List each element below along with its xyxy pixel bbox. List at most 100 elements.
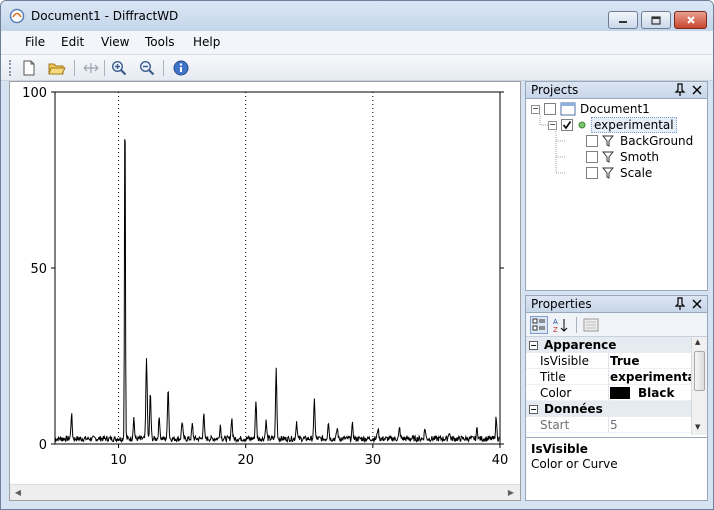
tree-item-background[interactable]: BackGround	[586, 133, 693, 149]
close-panel-icon[interactable]	[691, 297, 703, 311]
open-folder-icon	[48, 63, 66, 75]
tree-item-document[interactable]: − Document1	[531, 101, 650, 117]
toolbar-separator	[74, 60, 75, 76]
column-divider	[608, 369, 609, 385]
menu-view[interactable]: View	[101, 35, 129, 49]
property-value[interactable]: Black	[638, 386, 674, 400]
sort-alpha-icon: AZ	[553, 318, 568, 333]
scroll-thumb[interactable]	[694, 351, 705, 391]
tree-checkbox[interactable]	[586, 135, 598, 147]
new-document-button[interactable]	[19, 58, 39, 78]
y-tick-label: 50	[30, 262, 47, 277]
property-name: Title	[540, 370, 566, 384]
toolbar-separator	[576, 317, 577, 333]
toolbar-separator	[163, 60, 164, 76]
property-description: IsVisible Color or Curve	[526, 437, 707, 495]
document-window-icon	[560, 102, 576, 116]
property-row-isvisible[interactable]: IsVisible True	[526, 353, 691, 369]
projects-panel-title: Projects	[531, 83, 579, 97]
properties-panel-header[interactable]: Properties	[526, 296, 707, 313]
property-grid-scrollbar[interactable]: ▲ ▼	[691, 337, 707, 435]
plot-frame	[54, 91, 501, 445]
tree-checkbox-checked[interactable]	[561, 119, 573, 131]
tree-item-smoth[interactable]: Smoth	[586, 149, 659, 165]
scroll-down-icon[interactable]: ▼	[695, 423, 700, 431]
property-pages-button[interactable]	[582, 316, 600, 334]
zoom-out-icon	[139, 60, 155, 76]
collapse-icon[interactable]: −	[529, 404, 538, 414]
tree-checkbox[interactable]	[586, 151, 598, 163]
property-name: IsVisible	[540, 354, 589, 368]
diffraction-chart[interactable]: 0 50 100 10 20 30 40	[10, 82, 520, 484]
svg-text:A: A	[553, 318, 558, 326]
open-folder-button[interactable]	[47, 58, 67, 78]
main-toolbar	[1, 55, 713, 81]
property-value[interactable]: 5	[610, 418, 618, 432]
color-swatch[interactable]	[610, 387, 630, 399]
property-name: Start	[540, 418, 570, 432]
column-divider	[608, 353, 609, 369]
close-button[interactable]	[674, 11, 707, 29]
maximize-button[interactable]	[641, 11, 671, 29]
y-tick-label: 0	[39, 438, 47, 453]
toolbar-grip[interactable]	[9, 60, 11, 76]
tree-checkbox[interactable]	[586, 167, 598, 179]
alphabetical-button[interactable]: AZ	[552, 316, 570, 334]
fit-width-button[interactable]	[81, 58, 101, 78]
collapse-icon[interactable]: −	[531, 104, 540, 114]
pin-icon[interactable]	[674, 83, 686, 97]
info-button[interactable]	[171, 58, 191, 78]
new-document-icon	[23, 60, 35, 76]
scroll-left-icon[interactable]: ◀	[12, 487, 24, 499]
close-panel-icon[interactable]	[691, 83, 703, 97]
collapse-icon[interactable]: −	[548, 120, 557, 130]
property-name: Color	[540, 386, 572, 400]
scroll-right-icon[interactable]: ▶	[505, 487, 517, 499]
x-tick-label: 30	[365, 453, 382, 468]
description-title: IsVisible	[531, 442, 588, 456]
dataset-icon	[578, 121, 586, 129]
horizontal-scrollbar[interactable]: ◀ ▶	[10, 484, 520, 500]
tree-item-label: BackGround	[620, 134, 694, 148]
y-tick-label: 100	[22, 86, 47, 101]
zoom-out-button[interactable]	[137, 58, 157, 78]
app-logo-icon	[9, 8, 25, 24]
checkmark-icon	[562, 121, 572, 130]
menu-help[interactable]: Help	[193, 35, 220, 49]
category-apparence[interactable]: − Apparence	[526, 337, 691, 353]
properties-toolbar: AZ	[526, 313, 707, 337]
zoom-in-button[interactable]	[109, 58, 129, 78]
projects-panel-header[interactable]: Projects	[526, 82, 707, 99]
properties-panel: Properties AZ − Apparence IsVisible True…	[525, 295, 708, 501]
property-pages-icon	[583, 318, 599, 332]
categorized-icon	[532, 318, 545, 331]
svg-text:Z: Z	[553, 326, 558, 333]
title-bar[interactable]: Document1 - DiffractWD	[1, 1, 713, 31]
minimize-button[interactable]	[608, 11, 638, 29]
property-row-title[interactable]: Title experimental	[526, 369, 700, 385]
tree-checkbox[interactable]	[544, 103, 556, 115]
property-row-start[interactable]: Start 5	[526, 417, 691, 433]
column-divider	[608, 385, 609, 401]
category-donnees[interactable]: − Données	[526, 401, 691, 417]
categorized-button[interactable]	[530, 316, 548, 334]
category-label: Données	[544, 402, 603, 416]
menu-edit[interactable]: Edit	[61, 35, 84, 49]
menu-file[interactable]: File	[25, 35, 45, 49]
property-grid[interactable]: − Apparence IsVisible True Title experim…	[526, 337, 707, 435]
property-value[interactable]: experimental	[610, 370, 700, 384]
pin-icon[interactable]	[674, 297, 686, 311]
scroll-up-icon[interactable]: ▲	[695, 338, 700, 346]
tree-item-scale[interactable]: Scale	[586, 165, 652, 181]
menu-bar: File Edit View Tools Help	[1, 31, 713, 55]
property-row-color[interactable]: Color Black	[526, 385, 691, 401]
collapse-icon[interactable]: −	[529, 340, 538, 350]
tree-item-label: Smoth	[620, 150, 659, 164]
menu-tools[interactable]: Tools	[145, 35, 175, 49]
diffraction-plot-area[interactable]: 0 50 100 10 20 30 40 ◀ ▶	[9, 81, 521, 501]
maximize-icon	[651, 15, 661, 25]
tree-item-experimental[interactable]: − experimental	[548, 117, 677, 133]
close-icon	[686, 16, 695, 24]
property-value[interactable]: True	[610, 354, 639, 368]
toolbar-separator	[104, 60, 105, 76]
